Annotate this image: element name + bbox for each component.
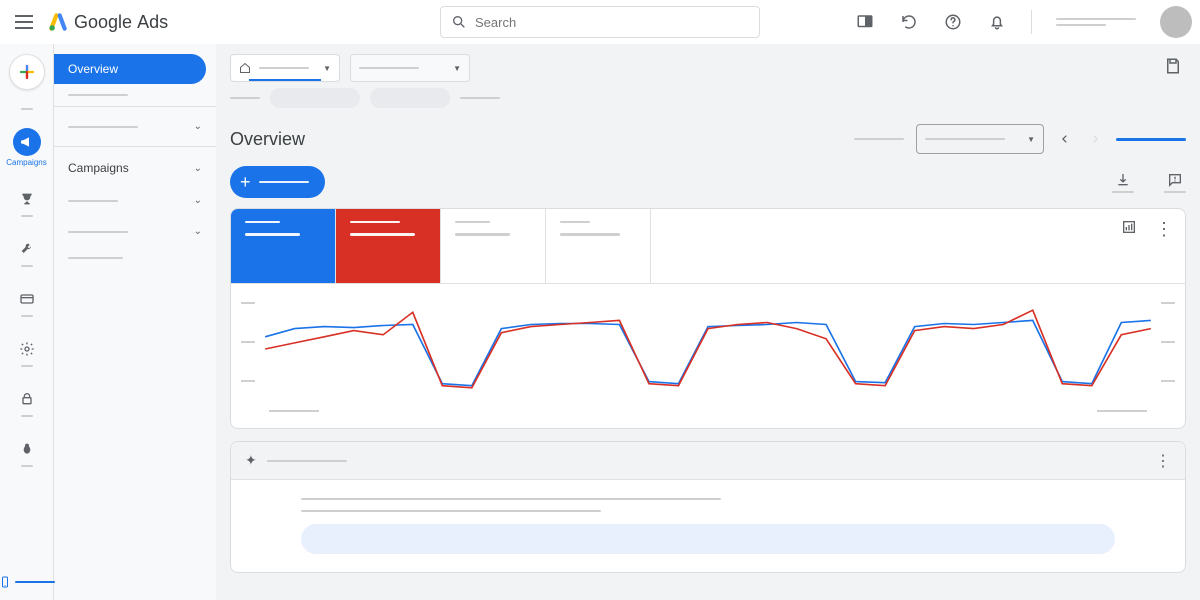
rail-admin[interactable] bbox=[0, 335, 53, 367]
campaign-filter-dropdown[interactable]: ▼ bbox=[350, 54, 470, 82]
performance-chart-card: ⋮ bbox=[230, 208, 1186, 429]
account-selector[interactable] bbox=[1056, 18, 1136, 26]
account-dropdown[interactable]: ▼ bbox=[230, 54, 340, 82]
product-logo[interactable]: Google Ads bbox=[48, 12, 168, 33]
user-avatar[interactable] bbox=[1160, 6, 1192, 38]
filter-chip[interactable] bbox=[370, 88, 450, 108]
compare-toggle[interactable] bbox=[1116, 138, 1186, 141]
left-rail: Campaigns bbox=[0, 44, 54, 600]
sparkles-icon: ✦ bbox=[245, 452, 257, 469]
sidebar-item-campaigns[interactable]: Campaigns⌄ bbox=[54, 151, 216, 185]
hamburger-menu-icon[interactable] bbox=[12, 10, 36, 34]
phone-icon bbox=[0, 574, 11, 590]
rail-label bbox=[21, 108, 33, 110]
insights-card: ✦ ⋮ bbox=[230, 441, 1186, 573]
line-chart bbox=[231, 284, 1185, 428]
chevron-right-icon bbox=[1090, 134, 1100, 144]
expand-chart-icon[interactable] bbox=[1121, 219, 1137, 240]
date-next-button bbox=[1086, 127, 1104, 151]
insight-action-pill[interactable] bbox=[301, 524, 1115, 554]
insight-text-line bbox=[301, 498, 721, 500]
rail-tools[interactable] bbox=[0, 235, 53, 267]
breadcrumb-item[interactable] bbox=[460, 97, 500, 99]
rail-goals[interactable] bbox=[0, 185, 53, 217]
metric-tab-4[interactable] bbox=[546, 209, 651, 283]
tools-icon bbox=[19, 241, 35, 257]
sidebar-item-overview[interactable]: Overview bbox=[54, 54, 206, 84]
rail-billing[interactable] bbox=[0, 285, 53, 317]
insight-text-line bbox=[301, 510, 601, 512]
new-campaign-button[interactable]: + bbox=[230, 166, 325, 198]
metric-tab-1[interactable] bbox=[231, 209, 336, 283]
google-ads-logo-icon bbox=[48, 12, 68, 32]
metric-tab-3[interactable] bbox=[441, 209, 546, 283]
search-icon bbox=[451, 14, 467, 30]
gear-icon bbox=[19, 341, 35, 357]
rail-campaigns-label: Campaigns bbox=[6, 158, 46, 167]
download-icon bbox=[1115, 172, 1131, 188]
filter-chip[interactable] bbox=[270, 88, 360, 108]
rail-footer-link[interactable] bbox=[0, 574, 55, 590]
card-icon bbox=[19, 291, 35, 307]
bug-icon bbox=[19, 441, 35, 457]
product-name: Google Ads bbox=[74, 12, 168, 33]
sidebar-item-audiences[interactable]: ⌄ bbox=[54, 216, 216, 247]
rail-bugs[interactable] bbox=[0, 435, 53, 467]
megaphone-icon bbox=[19, 134, 35, 150]
sidebar-item-assets[interactable]: ⌄ bbox=[54, 185, 216, 216]
app-header: Google Ads bbox=[0, 0, 1200, 44]
divider bbox=[1031, 10, 1032, 34]
plus-icon bbox=[18, 63, 36, 81]
breadcrumb-item[interactable] bbox=[230, 97, 260, 99]
rail-security[interactable] bbox=[0, 385, 53, 417]
save-view-icon[interactable] bbox=[1164, 57, 1186, 79]
download-button[interactable] bbox=[1112, 172, 1134, 193]
page-title: Overview bbox=[230, 129, 305, 150]
feedback-button[interactable] bbox=[1164, 172, 1186, 193]
refresh-icon[interactable] bbox=[899, 12, 919, 32]
chevron-left-icon bbox=[1060, 134, 1070, 144]
date-label bbox=[854, 138, 904, 140]
sidebar: Overview ⌄ Campaigns⌄ ⌄ ⌄ bbox=[54, 44, 216, 600]
metric-tab-2[interactable] bbox=[336, 209, 441, 283]
sidebar-item-recommendations[interactable]: ⌄ bbox=[54, 111, 216, 142]
main-content: ▼ ▼ Overview ▼ bbox=[216, 44, 1200, 600]
appearance-icon[interactable] bbox=[855, 12, 875, 32]
search-input[interactable] bbox=[440, 6, 760, 38]
create-button[interactable] bbox=[9, 54, 45, 90]
card-menu-icon[interactable]: ⋮ bbox=[1155, 451, 1171, 471]
search-field[interactable] bbox=[475, 15, 749, 30]
insights-title bbox=[267, 460, 347, 462]
date-range-dropdown[interactable]: ▼ bbox=[916, 124, 1044, 154]
date-prev-button[interactable] bbox=[1056, 127, 1074, 151]
trophy-icon bbox=[19, 191, 35, 207]
notifications-icon[interactable] bbox=[987, 12, 1007, 32]
lock-icon bbox=[19, 391, 35, 407]
card-menu-icon[interactable]: ⋮ bbox=[1155, 219, 1173, 240]
help-icon[interactable] bbox=[943, 12, 963, 32]
plus-icon: + bbox=[240, 172, 251, 193]
home-icon bbox=[239, 62, 251, 74]
feedback-icon bbox=[1167, 172, 1183, 188]
rail-campaigns[interactable]: Campaigns bbox=[0, 128, 53, 167]
